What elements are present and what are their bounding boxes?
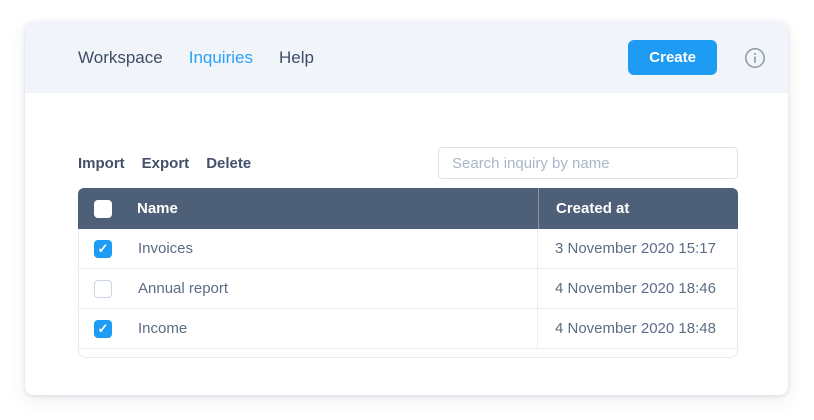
- select-all-checkbox[interactable]: ✓: [94, 200, 112, 218]
- row-checkbox[interactable]: ✓: [94, 320, 112, 338]
- row-name: Income: [138, 320, 537, 337]
- column-header-name[interactable]: Name: [137, 200, 538, 217]
- column-header-created-at[interactable]: Created at: [538, 188, 738, 229]
- row-checkbox[interactable]: ✓: [94, 240, 112, 258]
- info-icon[interactable]: [744, 47, 766, 69]
- row-created-at: 4 November 2020 18:48: [537, 309, 737, 348]
- top-nav: Workspace Inquiries Help Create: [25, 22, 788, 93]
- header-checkbox-cell: ✓: [78, 200, 137, 218]
- create-button[interactable]: Create: [628, 40, 717, 75]
- search-input[interactable]: [438, 147, 738, 179]
- row-created-at: 4 November 2020 18:46: [537, 269, 737, 308]
- export-button[interactable]: Export: [142, 155, 190, 172]
- table-toolbar: Import Export Delete: [78, 147, 738, 179]
- main-card: Workspace Inquiries Help Create Import E…: [25, 22, 788, 395]
- nav-links: Workspace Inquiries Help: [78, 48, 314, 68]
- inquiries-table: ✓ Name Created at ✓ Invoices 3 November …: [78, 188, 738, 358]
- row-created-at: 3 November 2020 15:17: [537, 229, 737, 268]
- row-checkbox-cell: ✓: [79, 240, 138, 258]
- row-checkbox-cell: ✓: [79, 280, 138, 298]
- table-header-row: ✓ Name Created at: [78, 188, 738, 229]
- delete-button[interactable]: Delete: [206, 155, 251, 172]
- import-button[interactable]: Import: [78, 155, 125, 172]
- bulk-actions: Import Export Delete: [78, 155, 251, 172]
- row-checkbox-cell: ✓: [79, 320, 138, 338]
- nav-item-help[interactable]: Help: [279, 48, 314, 68]
- table-body: ✓ Invoices 3 November 2020 15:17 ✓ Annua…: [78, 229, 738, 358]
- nav-item-inquiries[interactable]: Inquiries: [189, 48, 253, 68]
- table-row[interactable]: ✓ Income 4 November 2020 18:48: [79, 309, 737, 349]
- info-icon-glyph: [744, 47, 766, 69]
- table-row[interactable]: ✓ Invoices 3 November 2020 15:17: [79, 229, 737, 269]
- table-row[interactable]: ✓ Annual report 4 November 2020 18:46: [79, 269, 737, 309]
- row-name: Annual report: [138, 280, 537, 297]
- row-checkbox[interactable]: ✓: [94, 280, 112, 298]
- nav-item-workspace[interactable]: Workspace: [78, 48, 163, 68]
- row-name: Invoices: [138, 240, 537, 257]
